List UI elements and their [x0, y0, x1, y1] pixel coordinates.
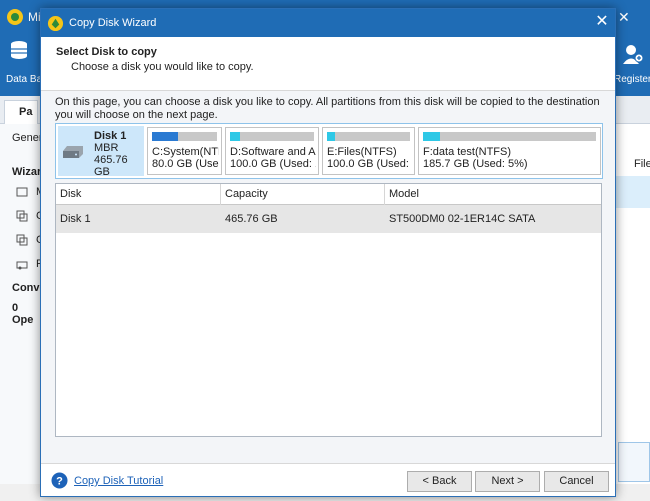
next-button[interactable]: Next > [475, 471, 540, 492]
wizard-logo-icon [47, 15, 64, 32]
copy-partition-icon[interactable] [16, 210, 28, 222]
disk-info-block[interactable]: Disk 1 MBR 465.76 GB [58, 126, 144, 178]
partition-usage-fill [327, 132, 336, 141]
partition-info: 100.0 GB (Used: 1%) [327, 158, 412, 170]
back-button[interactable]: < Back [407, 471, 472, 492]
column-header-disk[interactable]: Disk [56, 184, 221, 205]
app-logo-icon [7, 9, 23, 25]
ribbon-register-label[interactable]: Register [614, 74, 650, 85]
partition-usage-bar [327, 132, 410, 141]
migrate-os-icon[interactable] [16, 186, 28, 198]
partition-usage-bar [230, 132, 314, 141]
step-title: Select Disk to copy [56, 46, 157, 58]
wizard-label: Wizar [12, 166, 42, 178]
ribbon-data-backup-label[interactable]: Data Ba [6, 74, 42, 85]
tab-partition-label: Pa [19, 106, 33, 118]
partition-block[interactable]: E:Files(NTFS) 100.0 GB (Used: 1%) [322, 127, 415, 175]
step-subtitle: Choose a disk you would like to copy. [71, 61, 254, 73]
dialog-titlebar: Copy Disk Wizard ✕ [41, 9, 615, 37]
help-glyph: ? [56, 476, 63, 488]
tab-partition[interactable]: Pa [4, 100, 38, 124]
cell-model: ST500DM0 02-1ER14C SATA [389, 213, 536, 225]
pending-ops-label: 0 Ope [12, 302, 34, 326]
disk-table: Disk Capacity Model Disk 1 465.76 GB ST5… [55, 183, 602, 437]
table-header: Disk Capacity Model [56, 184, 601, 205]
selected-disk-row-bg[interactable] [614, 176, 650, 208]
app-close-icon[interactable]: ✕ [618, 9, 630, 26]
copy-disk-wizard-dialog: Copy Disk Wizard ✕ Select Disk to copy C… [40, 8, 616, 497]
cancel-button[interactable]: Cancel [544, 471, 609, 492]
hard-disk-icon [63, 146, 83, 158]
disk-map[interactable]: Disk 1 MBR 465.76 GB C:System(NTFS) 80.0… [55, 123, 603, 179]
dialog-close-icon[interactable]: ✕ [593, 13, 611, 31]
help-icon[interactable]: ? [51, 472, 68, 489]
app-left-panel: Genera Wizar M C C P Conve 0 Ope [0, 124, 49, 501]
partition-usage-fill [152, 132, 178, 141]
partition-usage-bar [152, 132, 217, 141]
file-column-header: File [634, 158, 650, 170]
partition-name: D:Software and Appl [230, 146, 316, 158]
app-title: Mi [28, 10, 41, 24]
register-user-icon[interactable] [622, 44, 644, 64]
copy-disk-tutorial-link[interactable]: Copy Disk Tutorial [74, 475, 163, 487]
database-icon[interactable] [9, 40, 29, 60]
copy-disk-icon[interactable] [16, 234, 28, 246]
partition-name: F:data test(NTFS) [423, 146, 512, 158]
disk-size: 465.76 GB [94, 154, 128, 178]
partition-name: E:Files(NTFS) [327, 146, 397, 158]
column-header-capacity[interactable]: Capacity [221, 184, 385, 205]
partition-name: C:System(NTFS) [152, 146, 219, 158]
cell-disk: Disk 1 [60, 213, 91, 225]
partition-block[interactable]: D:Software and Appl 100.0 GB (Used: 12% [225, 127, 319, 175]
partition-info: 100.0 GB (Used: 12% [230, 158, 316, 170]
column-header-model[interactable]: Model [385, 184, 601, 205]
disk-map-preview [618, 442, 650, 482]
partition-usage-bar [423, 132, 596, 141]
partition-usage-fill [230, 132, 241, 141]
dialog-title: Copy Disk Wizard [69, 17, 157, 29]
disk-type: MBR [94, 142, 119, 154]
dialog-header: Select Disk to copy Choose a disk you wo… [41, 37, 615, 91]
cell-capacity: 465.76 GB [225, 213, 278, 225]
table-row[interactable]: Disk 1 465.76 GB ST500DM0 02-1ER14C SATA [56, 205, 601, 233]
dialog-body: On this page, you can choose a disk you … [41, 91, 615, 463]
partition-block[interactable]: C:System(NTFS) 80.0 GB (Used: 4 [147, 127, 222, 175]
partition-recovery-icon[interactable] [16, 258, 28, 270]
partition-info: 80.0 GB (Used: 4 [152, 158, 219, 170]
partition-usage-fill [423, 132, 441, 141]
app-right-panel: File [614, 124, 650, 501]
intro-text: On this page, you can choose a disk you … [55, 96, 600, 121]
partition-block[interactable]: F:data test(NTFS) 185.7 GB (Used: 5%) [418, 127, 601, 175]
disk-name: Disk 1 [94, 130, 127, 142]
partition-info: 185.7 GB (Used: 5%) [423, 158, 528, 170]
dialog-footer: ? Copy Disk Tutorial < Back Next > Cance… [41, 463, 615, 496]
